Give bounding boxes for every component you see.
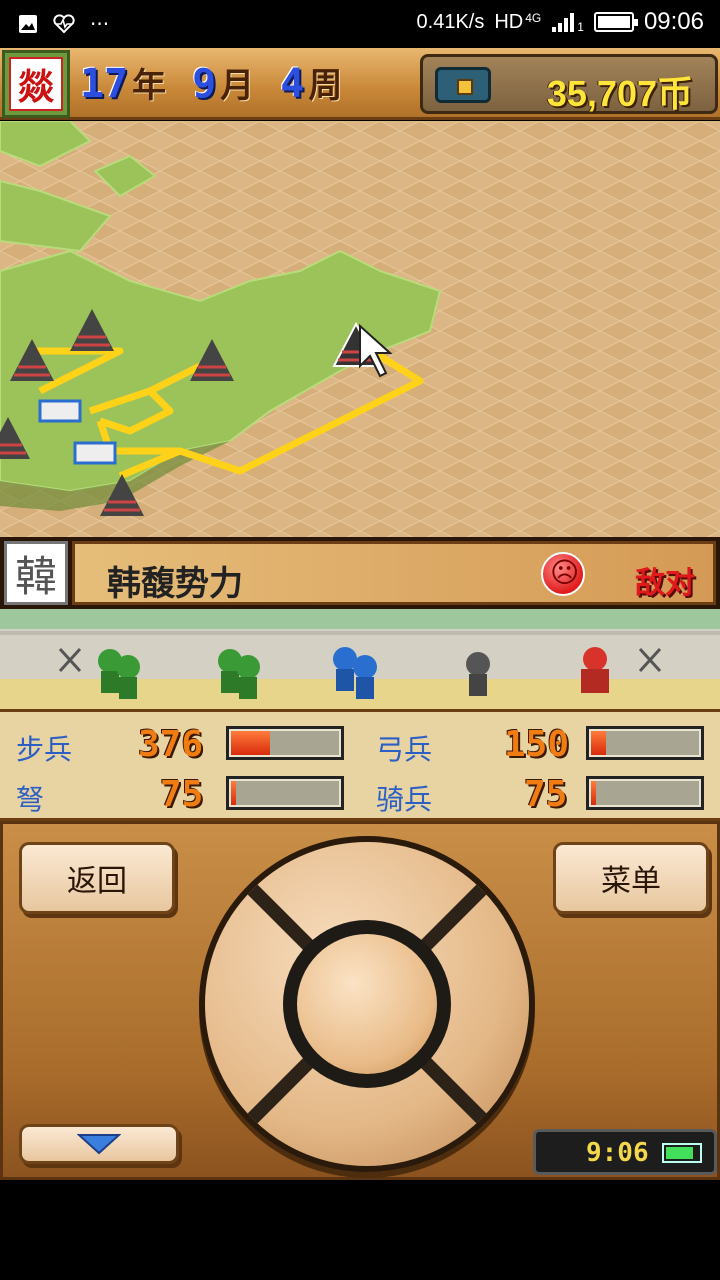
treasury[interactable]: 35,707币 xyxy=(420,54,718,114)
stat-gauge xyxy=(586,726,704,760)
chevron-down-icon xyxy=(77,1134,121,1155)
world-map[interactable] xyxy=(0,121,720,537)
stat-value: 150 xyxy=(504,724,570,765)
mini-clock: 9:06 xyxy=(533,1129,717,1175)
army-lineup xyxy=(0,609,720,709)
stat-label: 骑兵 xyxy=(376,783,433,816)
scroll-down-button[interactable] xyxy=(19,1124,179,1164)
network-type: 4G xyxy=(525,11,542,25)
year-unit: 年 xyxy=(132,66,167,106)
week-value: 4 xyxy=(280,61,305,107)
month-unit: 月 xyxy=(220,66,255,106)
troop-stats: 步兵 376 弓兵 150 弩 75 骑兵 75 xyxy=(0,709,720,821)
status-bar: ··· 0.41K/s HD 4G 1 09:06 xyxy=(0,0,720,48)
status-clock: 09:06 xyxy=(643,8,704,35)
stat-crossbow: 弩 75 xyxy=(16,772,346,816)
game-hud: 燚 17 年 9 月 4 周 35,707币 xyxy=(0,48,720,120)
stat-archer: 弓兵 150 xyxy=(376,722,706,766)
confirm-button[interactable] xyxy=(283,920,451,1088)
week-unit: 周 xyxy=(308,66,343,106)
stat-gauge xyxy=(226,726,344,760)
treasure-chest-icon xyxy=(435,67,491,103)
stat-label: 步兵 xyxy=(16,733,73,766)
stat-gauge xyxy=(586,776,704,810)
stat-label: 弩 xyxy=(16,783,45,816)
stat-cavalry: 骑兵 75 xyxy=(376,772,706,816)
battery-icon xyxy=(593,12,638,32)
stat-value: 75 xyxy=(524,774,568,815)
stat-infantry: 步兵 376 xyxy=(16,722,346,766)
stat-value: 376 xyxy=(138,724,204,765)
stat-gauge xyxy=(226,776,344,810)
directional-pad[interactable] xyxy=(199,836,535,1172)
coin-count: 35,707币 xyxy=(546,73,693,114)
angry-face-icon xyxy=(541,552,585,596)
faction-panel[interactable]: 韓 韩馥势力 敌对 xyxy=(0,537,720,609)
net-speed: 0.41K/s xyxy=(416,10,485,33)
health-icon xyxy=(53,14,75,34)
stat-gauge-fill xyxy=(591,731,606,755)
cavalry-sprites xyxy=(581,647,609,693)
menu-button[interactable]: 菜单 xyxy=(553,842,709,914)
archer-sprites xyxy=(333,647,377,699)
stat-gauge-fill xyxy=(231,731,270,755)
image-icon xyxy=(19,15,37,33)
battery-icon xyxy=(662,1143,702,1163)
hd-indicator: HD xyxy=(494,10,524,33)
stat-label: 弓兵 xyxy=(376,733,433,766)
mini-clock-time: 9:06 xyxy=(586,1138,649,1168)
faction-badge: 韓 xyxy=(4,541,68,605)
sim-slot: 1 xyxy=(577,20,584,34)
game-date: 17 年 9 月 4 周 xyxy=(80,58,368,107)
signal-icon xyxy=(552,13,575,32)
controller-panel: 返回 菜单 9:06 xyxy=(0,821,720,1180)
crossbow-sprites xyxy=(466,652,490,696)
back-button[interactable]: 返回 xyxy=(19,842,175,914)
stat-value: 75 xyxy=(160,774,204,815)
clan-emblem[interactable]: 燚 xyxy=(2,50,70,118)
more-icon: ··· xyxy=(90,12,110,36)
faction-bar: 韩馥势力 敌对 xyxy=(72,541,716,605)
year-value: 17 xyxy=(80,61,129,107)
relation-status: 敌对 xyxy=(635,566,695,601)
emblem-char: 燚 xyxy=(9,57,63,111)
faction-name: 韩馥势力 xyxy=(107,564,243,604)
infantry-sprites xyxy=(98,649,260,699)
month-value: 9 xyxy=(192,61,217,107)
stat-gauge-fill xyxy=(591,781,596,805)
stat-gauge-fill xyxy=(231,781,236,805)
